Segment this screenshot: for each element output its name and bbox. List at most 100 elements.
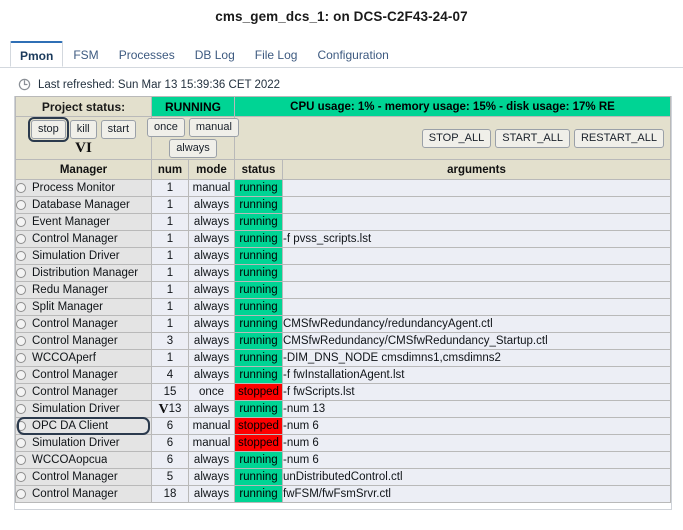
- radio-icon[interactable]: [16, 455, 26, 465]
- manager-cell[interactable]: Database Manager: [15, 196, 152, 214]
- manager-cell[interactable]: Control Manager: [15, 468, 152, 486]
- column-header-status[interactable]: status: [234, 159, 283, 180]
- table-row[interactable]: Simulation Driver V13 always running -num 13: [15, 400, 671, 418]
- manual-button[interactable]: manual: [188, 118, 239, 137]
- always-button[interactable]: always: [169, 139, 217, 158]
- radio-icon[interactable]: [16, 421, 26, 431]
- radio-icon[interactable]: [16, 251, 26, 261]
- process-controls-cell: stop kill start VI: [15, 116, 152, 160]
- manager-cell[interactable]: Simulation Driver: [15, 247, 152, 265]
- manager-cell[interactable]: Control Manager: [15, 383, 152, 401]
- table-row[interactable]: Simulation Driver 1 always running: [15, 247, 671, 265]
- start-all-button[interactable]: START_ALL: [495, 128, 570, 148]
- table-row[interactable]: WCCOAopcua 6 always running -num 6: [15, 451, 671, 469]
- stop-button[interactable]: stop: [27, 117, 69, 142]
- column-header-mode[interactable]: mode: [188, 159, 235, 180]
- table-row[interactable]: Event Manager 1 always running: [15, 213, 671, 231]
- tab-processes[interactable]: Processes: [109, 41, 185, 67]
- table-row[interactable]: Control Manager 3 always running CMSfwRedund…: [15, 332, 671, 350]
- manager-cell[interactable]: Redu Manager: [15, 281, 152, 299]
- table-row[interactable]: Control Manager 1 always running CMSfwRedund…: [15, 315, 671, 333]
- radio-icon[interactable]: [16, 285, 26, 295]
- table-row[interactable]: Redu Manager 1 always running: [15, 281, 671, 299]
- tab-file-log[interactable]: File Log: [245, 41, 308, 67]
- arguments-cell: -num 6: [282, 434, 671, 452]
- radio-icon[interactable]: [16, 234, 26, 244]
- tab-fsm[interactable]: FSM: [63, 41, 108, 67]
- table-row[interactable]: WCCOAperf 1 always running -DIM_DNS_NODE cms…: [15, 349, 671, 367]
- status-badge: running: [235, 282, 282, 298]
- stop-all-button[interactable]: STOP_ALL: [421, 128, 492, 148]
- table-row[interactable]: Process Monitor 1 manual running: [15, 179, 671, 197]
- num-cell: 4: [151, 366, 189, 384]
- radio-icon[interactable]: [16, 438, 26, 448]
- radio-icon[interactable]: [16, 183, 26, 193]
- mode-cell: manual: [188, 179, 235, 197]
- column-header-num[interactable]: num: [151, 159, 189, 180]
- manager-cell[interactable]: Event Manager: [15, 213, 152, 231]
- arguments-cell: -f fwScripts.lst: [282, 383, 671, 401]
- manager-cell[interactable]: Control Manager: [15, 485, 152, 503]
- manager-cell[interactable]: Split Manager: [15, 298, 152, 316]
- num-cell: 3: [151, 332, 189, 350]
- start-button[interactable]: start: [100, 120, 137, 139]
- num-cell: 1: [151, 349, 189, 367]
- manager-cell[interactable]: WCCOAopcua: [15, 451, 152, 469]
- radio-icon[interactable]: [16, 336, 26, 346]
- manager-cell[interactable]: Simulation Driver: [15, 434, 152, 452]
- column-header-arguments[interactable]: arguments: [282, 159, 671, 180]
- table-row[interactable]: Distribution Manager 1 always running: [15, 264, 671, 282]
- once-button[interactable]: once: [147, 118, 185, 137]
- manager-cell[interactable]: WCCOAperf: [15, 349, 152, 367]
- table-row[interactable]: Control Manager 18 always running fwFSM/fwFs…: [15, 485, 671, 503]
- table-row[interactable]: Split Manager 1 always running: [15, 298, 671, 316]
- table-row[interactable]: OPC DA Client 6 manual stopped -num 6: [15, 417, 671, 436]
- manager-cell[interactable]: Simulation Driver: [15, 400, 152, 418]
- radio-icon[interactable]: [16, 353, 26, 363]
- radio-icon[interactable]: [16, 489, 26, 499]
- window-title: cms_gem_dcs_1: on DCS-C2F43-24-07: [215, 9, 468, 24]
- tab-pmon[interactable]: Pmon: [10, 41, 64, 67]
- manager-cell[interactable]: Control Manager: [15, 366, 152, 384]
- radio-icon[interactable]: [16, 404, 26, 414]
- status-cell: stopped: [234, 383, 283, 401]
- tab-db-log[interactable]: DB Log: [185, 41, 245, 67]
- table-row[interactable]: Control Manager 5 always running unDistribut…: [15, 468, 671, 486]
- manager-cell[interactable]: Control Manager: [15, 230, 152, 248]
- refresh-icon[interactable]: [18, 78, 31, 91]
- manager-cell[interactable]: Control Manager: [15, 332, 152, 350]
- manager-cell[interactable]: Distribution Manager: [15, 264, 152, 282]
- radio-icon[interactable]: [16, 200, 26, 210]
- manager-cell[interactable]: Process Monitor: [15, 179, 152, 197]
- table-row[interactable]: Control Manager 1 always running -f pvss_scr…: [15, 230, 671, 248]
- column-header-manager[interactable]: Manager: [15, 159, 152, 180]
- table-row[interactable]: Control Manager 15 once stopped -f fwScripts…: [15, 383, 671, 401]
- radio-icon[interactable]: [16, 302, 26, 312]
- mode-cell: always: [188, 315, 235, 333]
- last-refreshed-text: Last refreshed: Sun Mar 13 15:39:36 CET …: [38, 78, 281, 91]
- radio-icon[interactable]: [16, 268, 26, 278]
- radio-icon[interactable]: [16, 472, 26, 482]
- table-row[interactable]: Simulation Driver 6 manual stopped -num 6: [15, 434, 671, 452]
- radio-icon[interactable]: [16, 319, 26, 329]
- manager-cell[interactable]: OPC DA Client: [15, 417, 152, 436]
- manager-name: Distribution Manager: [32, 267, 139, 279]
- radio-icon[interactable]: [16, 217, 26, 227]
- process-control-buttons: stop kill start: [16, 117, 151, 142]
- num-value: 1: [166, 182, 174, 194]
- num-cell: 6: [151, 434, 189, 452]
- kill-button[interactable]: kill: [69, 120, 97, 139]
- radio-icon[interactable]: [16, 387, 26, 397]
- table-row[interactable]: Database Manager 1 always running: [15, 196, 671, 214]
- resource-usage-text: CPU usage: 1% - memory usage: 15% - disk…: [234, 96, 671, 117]
- status-cell: stopped: [234, 434, 283, 452]
- tab-configuration[interactable]: Configuration: [307, 41, 398, 67]
- num-value: 15: [163, 386, 177, 398]
- table-row[interactable]: Control Manager 4 always running -f fwInstal…: [15, 366, 671, 384]
- num-value: 4: [166, 369, 174, 381]
- manager-cell[interactable]: Control Manager: [15, 315, 152, 333]
- manager-name: Control Manager: [32, 335, 118, 347]
- radio-icon[interactable]: [16, 370, 26, 380]
- status-badge: running: [235, 180, 282, 196]
- restart-all-button[interactable]: RESTART_ALL: [573, 128, 664, 148]
